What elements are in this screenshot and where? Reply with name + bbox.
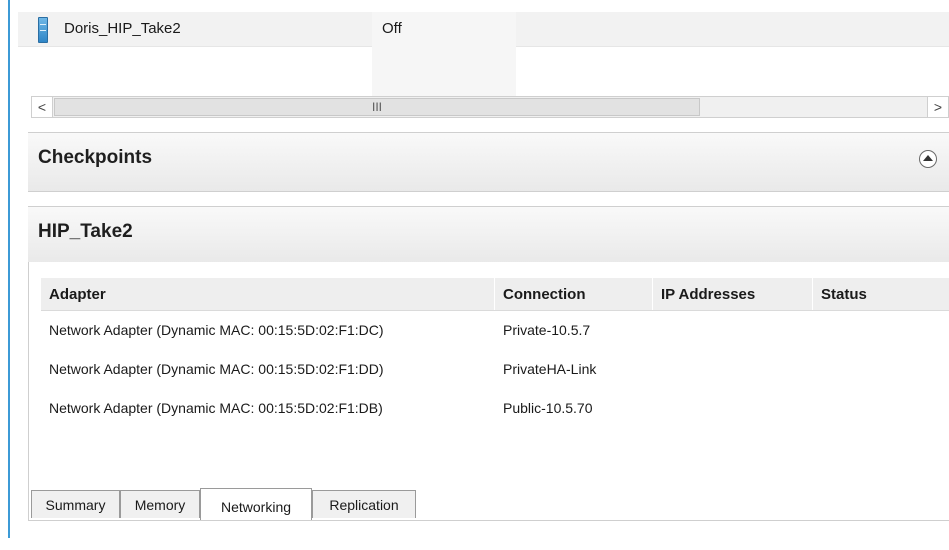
- details-pane: Adapter Connection IP Addresses Status N…: [28, 262, 949, 520]
- column-header-status[interactable]: Status: [813, 278, 949, 310]
- scroll-right-icon[interactable]: >: [927, 97, 948, 117]
- tab-summary[interactable]: Summary: [31, 490, 120, 518]
- column-header-ip-addresses[interactable]: IP Addresses: [653, 278, 813, 310]
- connection-cell: Private-10.5.7: [503, 322, 591, 338]
- table-row[interactable]: Network Adapter (Dynamic MAC: 00:15:5D:0…: [41, 311, 949, 350]
- tab-replication[interactable]: Replication: [312, 490, 416, 518]
- connection-cell: PrivateHA-Link: [503, 361, 597, 377]
- horizontal-scrollbar[interactable]: < III >: [31, 96, 949, 118]
- scroll-left-icon[interactable]: <: [32, 97, 53, 117]
- column-header-connection[interactable]: Connection: [495, 278, 653, 310]
- table-row[interactable]: Network Adapter (Dynamic MAC: 00:15:5D:0…: [41, 389, 949, 428]
- connection-cell: Public-10.5.70: [503, 400, 593, 416]
- checkpoints-title: Checkpoints: [38, 147, 153, 168]
- column-header-adapter[interactable]: Adapter: [41, 278, 495, 310]
- networking-table: Adapter Connection IP Addresses Status N…: [41, 278, 949, 428]
- tab-memory[interactable]: Memory: [120, 490, 200, 518]
- tab-networking[interactable]: Networking: [200, 488, 312, 520]
- left-accent-rail: [8, 0, 10, 538]
- details-title: HIP_Take2: [38, 221, 133, 242]
- vm-icon: [38, 17, 48, 43]
- details-header: HIP_Take2: [28, 206, 949, 264]
- table-row[interactable]: Network Adapter (Dynamic MAC: 00:15:5D:0…: [41, 350, 949, 389]
- adapter-cell: Network Adapter (Dynamic MAC: 00:15:5D:0…: [49, 400, 383, 416]
- vm-name: Doris_HIP_Take2: [64, 20, 181, 37]
- adapter-cell: Network Adapter (Dynamic MAC: 00:15:5D:0…: [49, 322, 384, 338]
- collapse-icon[interactable]: [919, 150, 937, 168]
- vm-state: Off: [382, 20, 402, 37]
- checkpoints-header[interactable]: Checkpoints: [28, 132, 949, 192]
- scrollbar-thumb[interactable]: III: [54, 98, 700, 116]
- table-header: Adapter Connection IP Addresses Status: [41, 278, 949, 311]
- panel-bottom-divider: [28, 520, 949, 521]
- adapter-cell: Network Adapter (Dynamic MAC: 00:15:5D:0…: [49, 361, 384, 377]
